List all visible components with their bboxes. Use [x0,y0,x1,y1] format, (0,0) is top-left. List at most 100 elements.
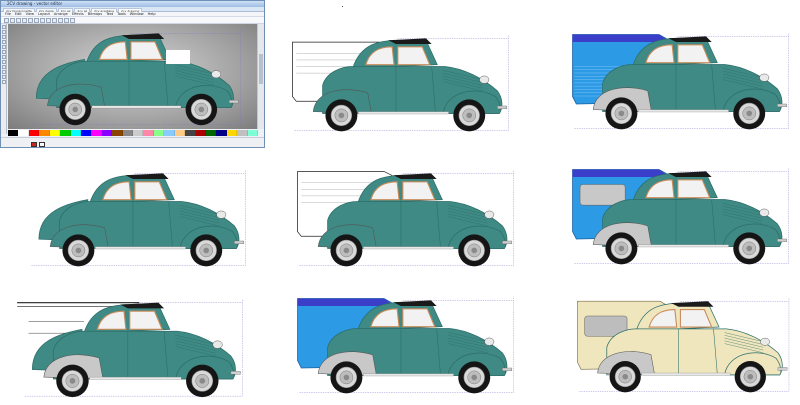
palette-swatch[interactable] [143,130,154,136]
sill-chrome [363,246,454,250]
redo-icon[interactable] [52,18,57,23]
front-bumper [777,367,788,371]
menu-view[interactable]: View [26,12,34,16]
palette-swatch[interactable] [122,130,134,136]
crop-tool-icon[interactable] [2,35,6,39]
headlight [760,337,770,346]
ellipse-tool-icon[interactable] [2,55,6,59]
paste-icon[interactable] [40,18,45,23]
copy-icon[interactable] [34,18,39,23]
editor-car-drawing [28,30,241,126]
hubcap [199,378,206,384]
outline-color-indicator[interactable] [39,142,45,147]
car-group [292,35,509,132]
soft-top [671,301,714,307]
menu-window[interactable]: Window [130,12,144,16]
toolbox [1,24,7,134]
outline-tool-icon[interactable] [2,75,6,79]
palette-swatch[interactable] [60,130,71,136]
white-rectangle-object[interactable] [166,50,190,64]
palette-swatch[interactable] [185,130,196,136]
sill-chrome [91,105,182,109]
hubcap [466,112,473,119]
hubcap [746,110,753,117]
hubcap [69,378,76,384]
car-group [28,30,241,126]
front-bumper [497,105,508,110]
editor-window: 2CV drawing - vector editor 2cv fourgonn… [0,0,265,148]
palette-swatch[interactable] [174,130,186,136]
new-file-icon[interactable] [4,18,9,23]
menu-bitmaps[interactable]: Bitmaps [88,12,102,16]
palette-swatch[interactable] [70,130,81,136]
fill-tool-icon[interactable] [2,70,6,74]
fill-color-indicator[interactable] [31,142,37,147]
status-bar [1,137,264,147]
palette-swatch[interactable] [226,130,238,136]
palette-swatch[interactable] [112,130,123,136]
open-file-icon[interactable] [10,18,15,23]
front-bumper [502,240,513,245]
hubcap [75,247,82,254]
menu-edit[interactable]: Edit [15,12,22,16]
soft-top [121,33,165,39]
rectangle-tool-icon[interactable] [2,50,6,54]
palette-swatch[interactable] [247,130,259,136]
car-drawing-outline-van-tall [297,170,514,267]
palette-swatch[interactable] [133,130,144,136]
vertical-scrollbar[interactable] [257,24,264,129]
hubcap [198,106,205,113]
front-bumper [230,371,241,375]
hubcap [343,247,350,254]
save-icon[interactable] [16,18,21,23]
soft-top [388,38,432,44]
pick-tool-icon[interactable] [2,25,6,29]
palette-swatch[interactable] [237,130,248,136]
hubcap [338,112,345,119]
front-bumper [228,99,239,104]
menu-text[interactable]: Text [106,12,113,16]
palette-swatch[interactable] [195,130,207,136]
palette-swatch[interactable] [39,130,50,136]
palette-swatch[interactable] [8,130,19,136]
menu-arrange[interactable]: Arrange [54,12,68,16]
cut-icon[interactable] [28,18,33,23]
export-icon[interactable] [64,18,69,23]
menu-tools[interactable]: Tools [117,12,126,16]
import-icon[interactable] [58,18,63,23]
headlight [759,208,770,217]
palette-swatch[interactable] [101,130,113,136]
shape-tool-icon[interactable] [2,30,6,34]
palette-swatch[interactable] [80,130,92,136]
print-icon[interactable] [22,18,27,23]
zoom-icon[interactable] [70,18,75,23]
drawing-canvas[interactable] [8,24,258,129]
palette-swatch[interactable] [91,130,102,136]
sill-chrome [641,372,731,376]
scrollbar-thumb[interactable] [259,54,263,84]
menu-layout[interactable]: Layout [38,12,50,16]
hubcap [72,106,79,113]
palette-swatch[interactable] [153,130,165,136]
palette-swatch[interactable] [28,130,40,136]
text-tool-icon[interactable] [2,65,6,69]
zoom-tool-icon[interactable] [2,40,6,44]
hubcap [746,245,753,252]
menu-help[interactable]: Help [148,12,156,16]
car-drawing-wireframe [17,299,243,398]
menu-file[interactable]: File [5,12,11,16]
hubcap [471,374,478,381]
freehand-tool-icon[interactable] [2,45,6,49]
car-drawing-blue-van-striped [572,33,789,130]
menu-effects[interactable]: Effects [72,12,84,16]
palette-swatch[interactable] [206,130,217,136]
undo-icon[interactable] [46,18,51,23]
palette-swatch[interactable] [49,130,61,136]
hubcap [203,247,210,254]
palette-swatch[interactable] [216,130,227,136]
palette-swatch[interactable] [164,130,175,136]
eyedropper-tool-icon[interactable] [2,80,6,84]
hubcap [747,373,754,380]
polygon-tool-icon[interactable] [2,60,6,64]
palette-swatch[interactable] [18,130,29,136]
